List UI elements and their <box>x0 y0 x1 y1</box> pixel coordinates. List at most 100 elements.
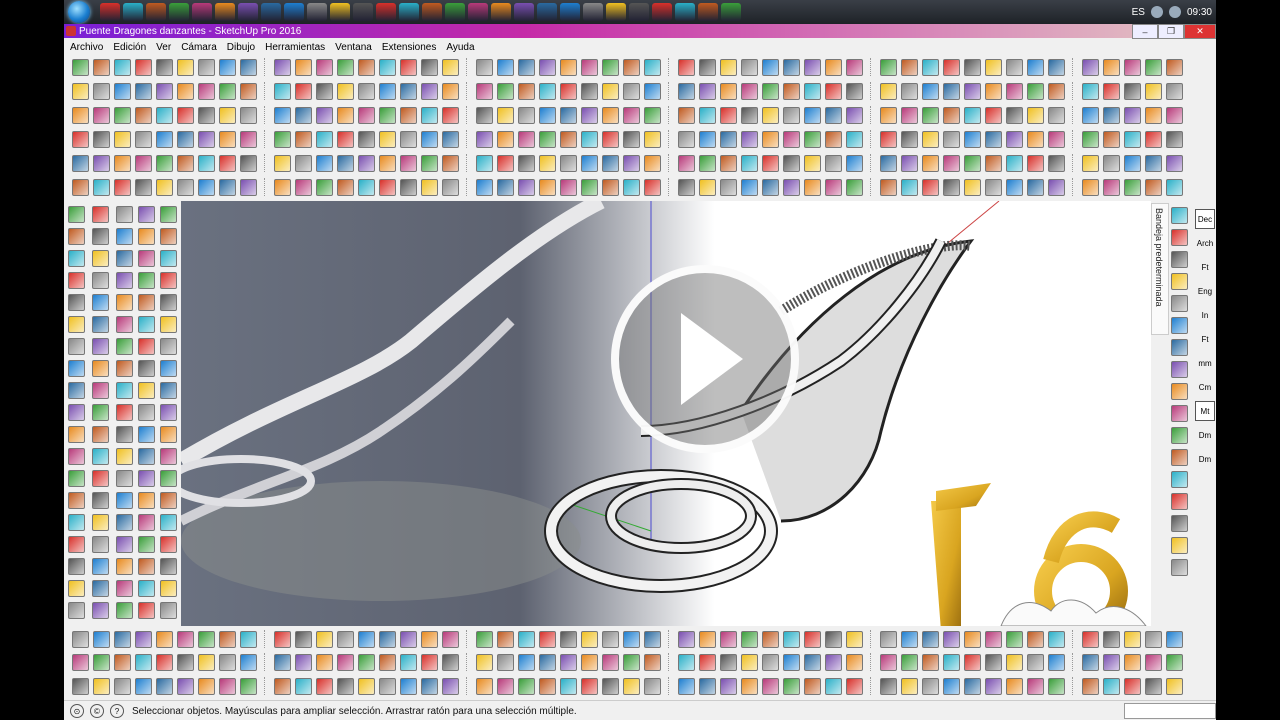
toolbar-tool-icon[interactable] <box>72 154 89 172</box>
left-tool-icon[interactable] <box>160 338 177 355</box>
toolbar-tool-icon[interactable] <box>400 58 417 76</box>
left-tool-icon[interactable] <box>138 602 155 619</box>
toolbar-tool-icon[interactable] <box>240 154 257 172</box>
toolbar-tool-icon[interactable] <box>560 178 577 196</box>
start-button[interactable] <box>64 0 94 24</box>
toolbar-tool-icon[interactable] <box>358 106 375 124</box>
left-tool-icon[interactable] <box>138 426 155 443</box>
toolbar-tool-icon[interactable] <box>295 653 312 671</box>
toolbar-tool-icon[interactable] <box>922 154 939 172</box>
toolbar-tool-icon[interactable] <box>846 178 863 196</box>
toolbar-tool-icon[interactable] <box>602 677 619 695</box>
taskbar-app-icon[interactable] <box>629 3 649 21</box>
toolbar-tool-icon[interactable] <box>644 178 661 196</box>
toolbar-tool-icon[interactable] <box>400 653 417 671</box>
toolbar-tool-icon[interactable] <box>379 130 396 148</box>
toolbar-tool-icon[interactable] <box>783 58 800 76</box>
toolbar-tool-icon[interactable] <box>1027 178 1044 196</box>
toolbar-tool-icon[interactable] <box>602 630 619 648</box>
toolbar-tool-icon[interactable] <box>720 154 737 172</box>
unit-button[interactable]: mm <box>1195 353 1215 373</box>
taskbar-app-icon[interactable] <box>491 3 511 21</box>
left-tool-icon[interactable] <box>68 514 85 531</box>
toolbar-tool-icon[interactable] <box>72 106 89 124</box>
toolbar-tool-icon[interactable] <box>198 130 215 148</box>
toolbar-tool-icon[interactable] <box>156 630 173 648</box>
toolbar-tool-icon[interactable] <box>442 106 459 124</box>
toolbar-tool-icon[interactable] <box>1103 154 1120 172</box>
toolbar-tool-icon[interactable] <box>1103 630 1120 648</box>
unit-button[interactable]: Arch <box>1195 233 1215 253</box>
toolbar-tool-icon[interactable] <box>846 106 863 124</box>
toolbar-tool-icon[interactable] <box>880 58 897 76</box>
toolbar-tool-icon[interactable] <box>337 58 354 76</box>
toolbar-tool-icon[interactable] <box>720 130 737 148</box>
toolbar-tool-icon[interactable] <box>518 677 535 695</box>
toolbar-tool-icon[interactable] <box>379 106 396 124</box>
language-indicator[interactable]: ES <box>1132 7 1145 18</box>
left-tool-icon[interactable] <box>116 294 133 311</box>
toolbar-tool-icon[interactable] <box>623 154 640 172</box>
left-tool-icon[interactable] <box>116 272 133 289</box>
right-tool-icon[interactable] <box>1171 427 1188 444</box>
toolbar-tool-icon[interactable] <box>177 154 194 172</box>
toolbar-tool-icon[interactable] <box>337 130 354 148</box>
toolbar-tool-icon[interactable] <box>316 130 333 148</box>
left-tool-icon[interactable] <box>160 602 177 619</box>
toolbar-tool-icon[interactable] <box>678 130 695 148</box>
toolbar-tool-icon[interactable] <box>825 58 842 76</box>
toolbar-tool-icon[interactable] <box>1027 58 1044 76</box>
left-tool-icon[interactable] <box>160 382 177 399</box>
toolbar-grip[interactable] <box>668 653 673 671</box>
toolbar-tool-icon[interactable] <box>114 106 131 124</box>
toolbar-tool-icon[interactable] <box>1145 58 1162 76</box>
left-tool-icon[interactable] <box>92 316 109 333</box>
toolbar-tool-icon[interactable] <box>741 677 758 695</box>
toolbar-tool-icon[interactable] <box>72 653 89 671</box>
left-tool-icon[interactable] <box>92 492 109 509</box>
taskbar-app-icon[interactable] <box>307 3 327 21</box>
toolbar-tool-icon[interactable] <box>135 58 152 76</box>
toolbar-tool-icon[interactable] <box>1027 677 1044 695</box>
left-tool-icon[interactable] <box>92 272 109 289</box>
toolbar-tool-icon[interactable] <box>922 130 939 148</box>
toolbar-tool-icon[interactable] <box>560 130 577 148</box>
toolbar-tool-icon[interactable] <box>804 630 821 648</box>
toolbar-tool-icon[interactable] <box>1103 58 1120 76</box>
toolbar-tool-icon[interactable] <box>581 82 598 100</box>
toolbar-tool-icon[interactable] <box>964 154 981 172</box>
toolbar-tool-icon[interactable] <box>985 630 1002 648</box>
toolbar-tool-icon[interactable] <box>762 630 779 648</box>
toolbar-tool-icon[interactable] <box>135 653 152 671</box>
toolbar-tool-icon[interactable] <box>985 106 1002 124</box>
toolbar-tool-icon[interactable] <box>442 82 459 100</box>
taskbar-app-icon[interactable] <box>583 3 603 21</box>
toolbar-tool-icon[interactable] <box>964 178 981 196</box>
toolbar-tool-icon[interactable] <box>901 154 918 172</box>
toolbar-grip[interactable] <box>1072 154 1077 172</box>
toolbar-tool-icon[interactable] <box>644 106 661 124</box>
toolbar-tool-icon[interactable] <box>539 630 556 648</box>
left-tool-icon[interactable] <box>160 492 177 509</box>
left-tool-icon[interactable] <box>92 360 109 377</box>
toolbar-tool-icon[interactable] <box>602 178 619 196</box>
toolbar-grip[interactable] <box>466 106 471 124</box>
taskbar-app-icon[interactable] <box>238 3 258 21</box>
toolbar-tool-icon[interactable] <box>762 58 779 76</box>
toolbar-tool-icon[interactable] <box>421 82 438 100</box>
toolbar-tool-icon[interactable] <box>476 630 493 648</box>
left-tool-icon[interactable] <box>92 382 109 399</box>
toolbar-tool-icon[interactable] <box>623 653 640 671</box>
toolbar-tool-icon[interactable] <box>72 58 89 76</box>
toolbar-tool-icon[interactable] <box>421 106 438 124</box>
toolbar-grip[interactable] <box>264 58 269 76</box>
left-tool-icon[interactable] <box>160 360 177 377</box>
toolbar-tool-icon[interactable] <box>177 178 194 196</box>
toolbar-tool-icon[interactable] <box>1082 677 1099 695</box>
toolbar-tool-icon[interactable] <box>240 630 257 648</box>
left-tool-icon[interactable] <box>116 382 133 399</box>
toolbar-tool-icon[interactable] <box>518 630 535 648</box>
toolbar-tool-icon[interactable] <box>219 653 236 671</box>
toolbar-tool-icon[interactable] <box>825 82 842 100</box>
toolbar-tool-icon[interactable] <box>1006 677 1023 695</box>
